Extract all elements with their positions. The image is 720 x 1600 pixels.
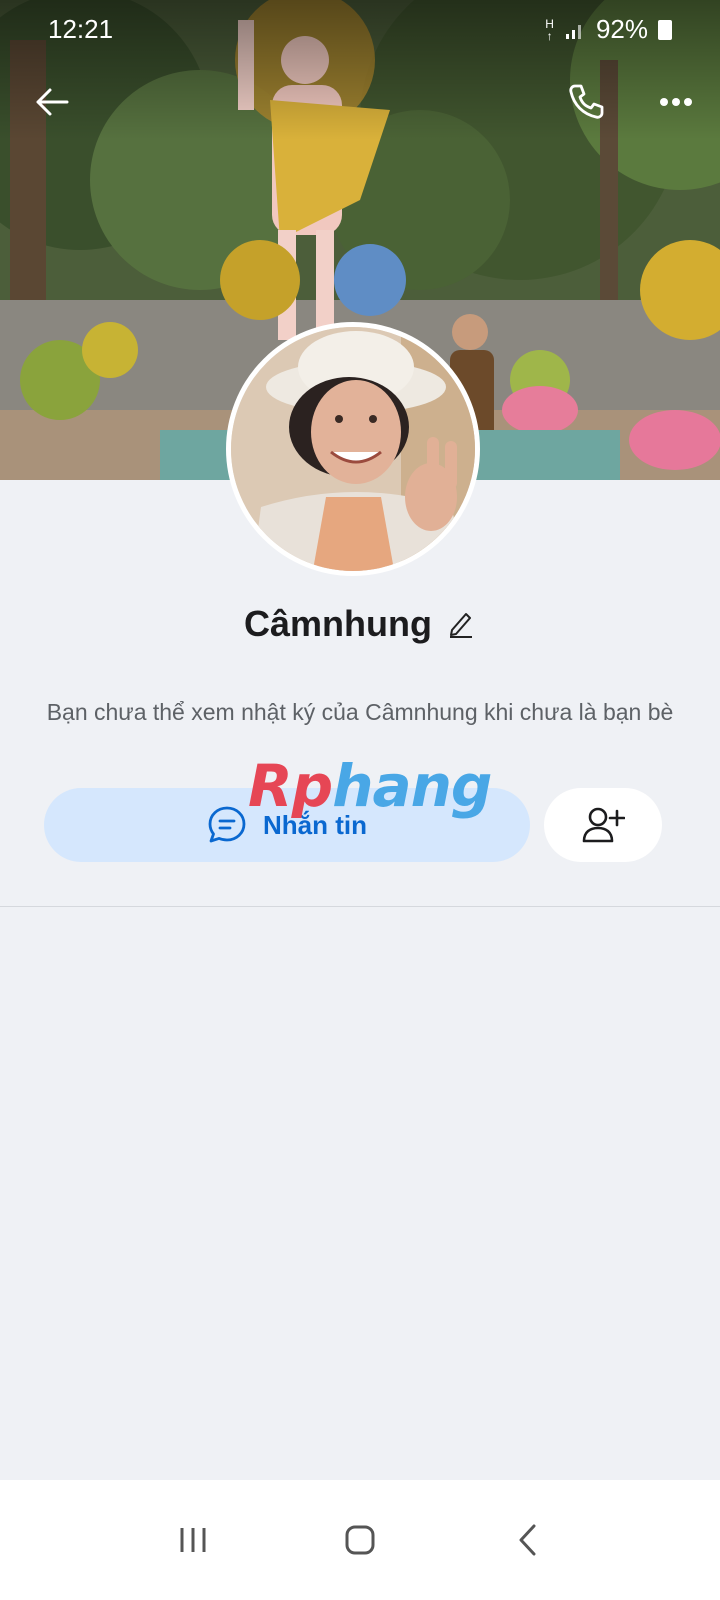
status-icons: H ↑ 92% <box>545 14 672 45</box>
profile-name-row: Câmnhung <box>0 603 720 645</box>
system-nav-bar <box>0 1480 720 1600</box>
watermark-logo: Rphang <box>248 752 492 820</box>
back-chevron-icon <box>519 1524 536 1556</box>
battery-percent: 92% <box>595 14 648 44</box>
more-dots-icon <box>660 98 692 106</box>
arrow-left-icon <box>36 88 69 116</box>
pencil-icon <box>449 613 472 638</box>
avatar[interactable] <box>226 322 480 576</box>
status-bar: 12:21 H ↑ 92% <box>0 0 720 58</box>
edit-name-button[interactable] <box>446 609 476 639</box>
profile-name: Câmnhung <box>244 603 432 644</box>
call-button[interactable] <box>556 72 616 132</box>
home-button[interactable] <box>320 1500 400 1580</box>
back-button[interactable] <box>22 72 82 132</box>
watermark-part-b: hang <box>332 752 492 820</box>
network-label: H <box>545 16 554 31</box>
recents-icon <box>180 1528 206 1552</box>
add-user-icon <box>582 807 625 843</box>
status-time: 12:21 <box>48 14 114 44</box>
home-icon <box>345 1525 375 1555</box>
add-friend-button[interactable] <box>544 788 662 862</box>
section-divider <box>0 906 720 907</box>
more-button[interactable] <box>646 72 706 132</box>
signal-icon <box>565 24 581 39</box>
phone-icon <box>569 84 604 119</box>
watermark-part-a: Rp <box>248 752 333 820</box>
chat-bubble-icon <box>208 806 246 843</box>
privacy-notice: Bạn chưa thể xem nhật ký của Câmnhung kh… <box>46 699 674 725</box>
network-h-icon: H ↑ <box>545 16 554 43</box>
battery-icon <box>658 19 672 40</box>
nav-back-button[interactable] <box>487 1500 567 1580</box>
recents-button[interactable] <box>153 1500 233 1580</box>
